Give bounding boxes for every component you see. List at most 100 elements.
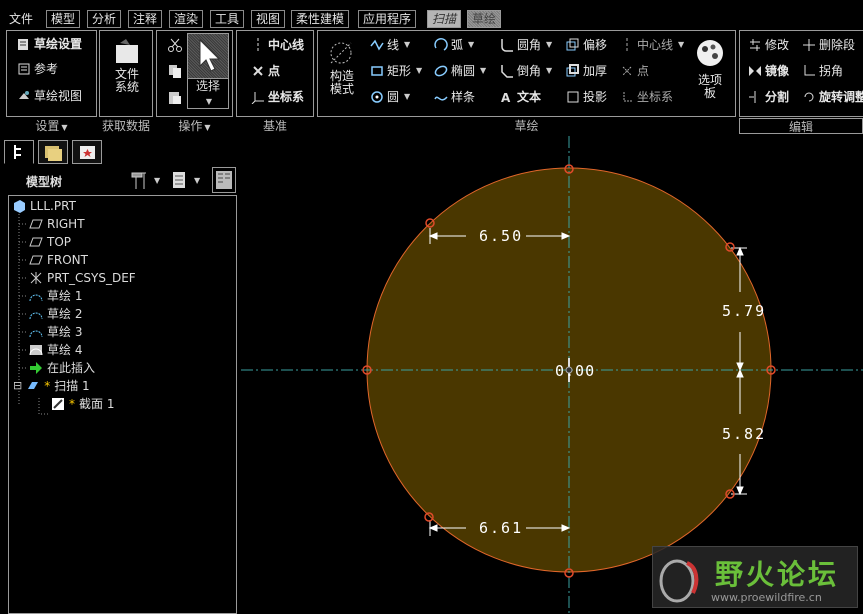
text-button[interactable]: A 文本: [500, 87, 541, 107]
sketch-icon: [29, 289, 43, 303]
watermark: 野火论坛 www.proewildfire.cn: [652, 546, 858, 608]
collapse-toggle-icon[interactable]: ⊟: [13, 377, 22, 395]
sketch-view-icon: [17, 89, 31, 103]
tree-item-csys[interactable]: PRT_CSYS_DEF: [29, 269, 136, 287]
dimension-center[interactable]: 0.00: [555, 362, 595, 380]
sketch-icon: [29, 307, 43, 321]
tree-item-right[interactable]: RIGHT: [29, 215, 85, 233]
ellipse-button[interactable]: 椭圆 ▼: [434, 61, 486, 81]
tab-folder-browser[interactable]: [38, 140, 68, 164]
watermark-url: www.proewildfire.cn: [711, 591, 822, 604]
project-button[interactable]: 投影: [566, 87, 607, 107]
sketch-setup-button[interactable]: 草绘设置: [17, 34, 82, 54]
cut-icon[interactable]: [167, 37, 183, 53]
circle-icon: [370, 90, 384, 104]
sketch-section[interactable]: 6.50 5.79 5.82 6.61 0.00: [241, 136, 863, 614]
construction-mode-icon: [330, 42, 352, 64]
ellipse-icon: [434, 64, 448, 78]
tree-item-top[interactable]: TOP: [29, 233, 71, 251]
tree-item-insert-here[interactable]: 在此插入: [29, 359, 95, 377]
ribbon: 草绘设置 参考 草绘视图 设置 ▼ 文件 系统 获取数据 选择 ▼ 操作 ▼ 中…: [0, 30, 863, 136]
sketch-icon: [29, 325, 43, 339]
svg-text:A: A: [501, 91, 511, 104]
menu-tools[interactable]: 工具: [210, 10, 245, 28]
menu-view[interactable]: 视图: [251, 10, 286, 28]
menu-sweep[interactable]: 扫描: [427, 10, 462, 28]
spline-icon: [434, 90, 448, 104]
dimension-bottom[interactable]: 6.61: [479, 519, 523, 537]
point-datum-button[interactable]: 点: [251, 61, 280, 81]
watermark-title: 野火论坛: [715, 558, 840, 591]
group-label-operations[interactable]: 操作 ▼: [156, 118, 233, 134]
sketch-view-button[interactable]: 草绘视图: [17, 86, 82, 106]
file-system-button[interactable]: 文件 系统: [103, 37, 151, 94]
menu-annotate[interactable]: 注释: [128, 10, 163, 28]
centerline-datum-button[interactable]: 中心线: [251, 35, 304, 55]
dimension-right-lower[interactable]: 5.82: [722, 425, 766, 443]
tree-settings-button[interactable]: ▼: [128, 169, 164, 191]
arc-button[interactable]: 弧 ▼: [434, 35, 474, 55]
delete-segment-button[interactable]: 删除段: [802, 35, 855, 55]
tree-item-section-1[interactable]: * 截面 1: [51, 395, 114, 413]
menu-render[interactable]: 渲染: [169, 10, 204, 28]
group-label-datum: 基准: [262, 119, 287, 133]
group-datum: 中心线 点 坐标系: [236, 30, 314, 117]
sketch-icon: [29, 343, 43, 357]
menu-file[interactable]: 文件: [4, 10, 39, 28]
tree-filter-button[interactable]: [212, 167, 236, 193]
chamfer-button[interactable]: 倒角 ▼: [500, 61, 552, 81]
rotate-resize-button[interactable]: 旋转调整: [802, 87, 863, 107]
group-setup: 草绘设置 参考 草绘视图: [6, 30, 97, 117]
select-dropdown-arrow-icon: ▼: [205, 97, 213, 106]
tree-item-front[interactable]: FRONT: [29, 251, 88, 269]
circle-button[interactable]: 圆 ▼: [370, 87, 410, 107]
divide-button[interactable]: 分割: [748, 87, 789, 107]
rectangle-button[interactable]: 矩形 ▼: [370, 61, 422, 81]
tree-item-sweep-1[interactable]: ⊟ * 扫描 1: [13, 377, 90, 395]
menu-flexible-modeling[interactable]: 柔性建模: [291, 10, 350, 28]
tree-item-sketch-1[interactable]: 草绘 1: [29, 287, 82, 305]
corner-button[interactable]: 拐角: [802, 61, 843, 81]
menu-applications[interactable]: 应用程序: [358, 10, 417, 28]
tree-item-sketch-4[interactable]: 草绘 4: [29, 341, 82, 359]
line-icon: [370, 38, 384, 52]
fillet-icon: [500, 38, 514, 52]
sketch-csys-button[interactable]: 坐标系: [620, 87, 673, 107]
menu-analysis[interactable]: 分析: [87, 10, 122, 28]
dimension-right-upper[interactable]: 5.79: [722, 302, 766, 320]
tree-show-button[interactable]: ▼: [170, 169, 206, 191]
csys-datum-button[interactable]: 坐标系: [251, 87, 304, 107]
menu-model[interactable]: 模型: [46, 10, 81, 28]
fillet-button[interactable]: 圆角 ▼: [500, 35, 552, 55]
sketch-point-button[interactable]: 点: [620, 61, 649, 81]
modify-button[interactable]: 修改: [748, 35, 789, 55]
construction-mode-button[interactable]: 构造 模式: [324, 39, 360, 96]
menu-bar: 文件 模型 分析 注释 渲染 工具 视图 柔性建模 应用程序 扫描 草绘: [0, 0, 863, 30]
line-button[interactable]: 线 ▼: [370, 35, 410, 55]
menu-sketch[interactable]: 草绘: [467, 10, 502, 28]
tree-item-part[interactable]: LLL.PRT: [12, 197, 76, 215]
spline-button[interactable]: 样条: [434, 87, 475, 107]
project-icon: [566, 90, 580, 104]
group-operations: 选择 ▼: [156, 30, 233, 117]
tab-model-tree[interactable]: [4, 140, 34, 164]
references-button[interactable]: 参考: [17, 59, 58, 79]
csys-icon: [29, 271, 43, 285]
hammer-icon: ▼: [131, 172, 161, 189]
thicken-button[interactable]: 加厚: [566, 61, 607, 81]
offset-icon: [566, 38, 580, 52]
tree-item-sketch-3[interactable]: 草绘 3: [29, 323, 82, 341]
mirror-button[interactable]: 镜像: [748, 61, 789, 81]
copy-icon[interactable]: [167, 63, 183, 79]
offset-button[interactable]: 偏移: [566, 35, 607, 55]
model-tree-toolbar: 模型树 ▼ ▼: [4, 167, 238, 195]
sketch-centerline-button[interactable]: 中心线 ▼: [620, 35, 684, 55]
paste-icon[interactable]: [167, 89, 183, 105]
palette-button[interactable]: 选项 板: [690, 37, 730, 100]
tree-item-sketch-2[interactable]: 草绘 2: [29, 305, 82, 323]
graphics-window[interactable]: 6.50 5.79 5.82 6.61 0.00: [241, 136, 863, 614]
select-button[interactable]: 选择 ▼: [187, 33, 229, 109]
tab-favorites[interactable]: [72, 140, 102, 164]
dimension-top[interactable]: 6.50: [479, 227, 523, 245]
group-label-setup[interactable]: 设置 ▼: [6, 118, 97, 134]
